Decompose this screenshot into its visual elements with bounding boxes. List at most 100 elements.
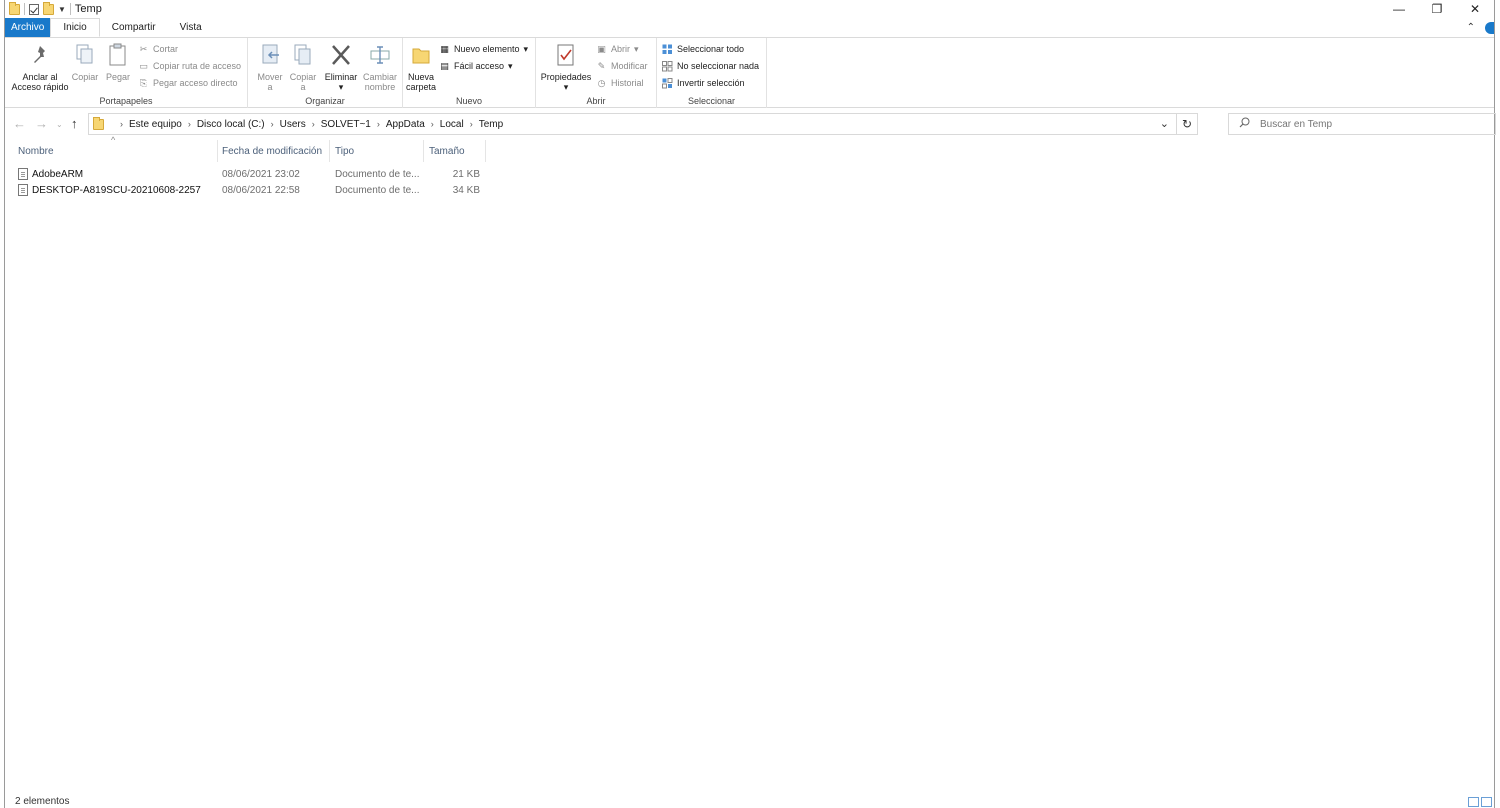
delete-button[interactable]: Eliminar ▾: [323, 42, 359, 92]
chevron-right-icon[interactable]: ›: [182, 119, 197, 129]
breadcrumb-disco-local[interactable]: Disco local (C:): [197, 119, 265, 130]
tab-archivo[interactable]: Archivo: [5, 18, 51, 37]
pin-quick-access-button[interactable]: Anclar al Acceso rápido: [11, 42, 69, 92]
paste-shortcut-button[interactable]: ⎘ Pegar acceso directo: [138, 76, 238, 90]
copy-to-icon: [292, 42, 314, 68]
details-view-icon[interactable]: [1468, 797, 1479, 807]
file-type: Documento de te...: [335, 184, 420, 196]
properties-label: Propiedades: [540, 72, 592, 82]
search-icon: [1239, 117, 1250, 131]
breadcrumb-appdata[interactable]: AppData: [386, 119, 425, 130]
pin-label-2: Acceso rápido: [11, 82, 69, 92]
address-bar[interactable]: › Este equipo › Disco local (C:) › Users…: [88, 113, 1198, 135]
up-arrow-icon[interactable]: ↑: [71, 116, 78, 131]
chevron-right-icon[interactable]: ›: [464, 119, 479, 129]
recent-locations-chevron-icon[interactable]: ⌄: [56, 120, 63, 129]
new-folder-button[interactable]: Nueva carpeta: [405, 42, 437, 92]
select-all-button[interactable]: Seleccionar todo: [662, 42, 744, 56]
select-all-label: Seleccionar todo: [677, 44, 745, 54]
breadcrumb-temp[interactable]: Temp: [479, 119, 503, 130]
new-folder-icon[interactable]: [43, 1, 54, 15]
properties-button[interactable]: Propiedades ▾: [539, 42, 593, 92]
select-none-button[interactable]: No seleccionar nada: [662, 59, 759, 73]
window-title: Temp: [74, 3, 102, 15]
easy-access-button[interactable]: ▤ Fácil acceso ▾: [439, 59, 512, 73]
column-header-type[interactable]: Tipo: [330, 140, 424, 162]
properties-icon[interactable]: [29, 3, 39, 15]
status-item-count: 2 elementos: [15, 796, 70, 807]
open-icon: ▣: [597, 43, 606, 54]
paste-label: Pegar: [105, 72, 131, 82]
close-button[interactable]: ✕: [1456, 0, 1494, 18]
chevron-right-icon[interactable]: ›: [371, 119, 386, 129]
copy-to-label-2: a: [300, 82, 306, 92]
open-button[interactable]: ▣ Abrir ▾: [596, 42, 638, 56]
text-document-icon: [18, 184, 28, 196]
move-to-icon: [259, 42, 281, 68]
customize-toolbar-chevron-icon[interactable]: ▼: [58, 5, 66, 14]
group-label-organizar: Organizar: [305, 96, 345, 106]
navigation-bar: ← → ⌄ ↑ › Este equipo › Disco local (C:)…: [5, 113, 1496, 135]
new-item-button[interactable]: ▦ Nuevo elemento ▾: [439, 42, 528, 56]
back-arrow-icon[interactable]: ←: [13, 116, 26, 131]
breadcrumb-este-equipo[interactable]: Este equipo: [129, 119, 182, 130]
column-header-name[interactable]: Nombre: [13, 140, 218, 162]
file-name-cell: AdobeARM: [18, 168, 218, 180]
search-box[interactable]: [1228, 113, 1496, 135]
edit-button[interactable]: ✎ Modificar: [596, 59, 648, 73]
history-label: Historial: [611, 78, 644, 88]
paste-button[interactable]: Pegar: [103, 42, 133, 82]
minimize-button[interactable]: —: [1380, 0, 1418, 18]
select-none-label: No seleccionar nada: [677, 61, 760, 71]
new-item-dropdown-arrow: ▾: [523, 43, 529, 54]
file-size: 34 KB: [452, 184, 480, 196]
address-history-chevron-icon[interactable]: ⌄: [1160, 117, 1169, 130]
maximize-button[interactable]: ❐: [1418, 0, 1456, 18]
invert-selection-button[interactable]: Invertir selección: [662, 76, 745, 90]
move-to-label-2: a: [267, 82, 273, 92]
copy-path-button[interactable]: ▭ Copiar ruta de acceso: [138, 59, 241, 73]
help-icon[interactable]: [1485, 21, 1494, 34]
copy-button[interactable]: Copiar: [69, 42, 101, 82]
move-to-button[interactable]: Mover a: [254, 42, 286, 92]
ribbon-tabs-right: ⌃: [1467, 18, 1494, 37]
easy-access-icon: ▤: [440, 60, 449, 71]
quick-access-toolbar: ▼: [5, 0, 71, 18]
copy-to-label-1: Copiar: [289, 72, 317, 82]
history-button[interactable]: ◷ Historial: [596, 76, 644, 90]
delete-dropdown-arrow: ▾: [338, 82, 344, 92]
column-header-size[interactable]: Tamaño: [424, 140, 486, 162]
chevron-right-icon[interactable]: ›: [265, 119, 280, 129]
file-name: AdobeARM: [32, 168, 84, 180]
paste-icon: [107, 42, 129, 68]
refresh-icon[interactable]: ↻: [1176, 113, 1198, 135]
chevron-right-icon[interactable]: ›: [425, 119, 440, 129]
invert-selection-label: Invertir selección: [677, 78, 745, 88]
breadcrumb-users[interactable]: Users: [280, 119, 306, 130]
large-icons-view-icon[interactable]: [1481, 797, 1492, 807]
copy-label: Copiar: [71, 72, 99, 82]
paste-shortcut-icon: ⎘: [139, 77, 148, 88]
select-none-icon: [662, 60, 673, 72]
tab-compartir[interactable]: Compartir: [100, 18, 168, 37]
forward-arrow-icon[interactable]: →: [35, 116, 48, 131]
tab-inicio[interactable]: Inicio: [50, 18, 100, 37]
search-input[interactable]: [1260, 118, 1480, 130]
collapse-ribbon-chevron-icon[interactable]: ⌃: [1467, 22, 1475, 33]
history-icon: ◷: [597, 77, 606, 88]
chevron-right-icon[interactable]: ›: [306, 119, 321, 129]
open-label: Abrir: [611, 44, 631, 54]
cut-button[interactable]: ✂ Cortar: [138, 42, 178, 56]
group-label-nuevo: Nuevo: [455, 96, 482, 106]
copy-path-label: Copiar ruta de acceso: [153, 61, 242, 71]
cut-label: Cortar: [153, 44, 179, 54]
breadcrumb-solvet[interactable]: SOLVET~1: [321, 119, 371, 130]
copy-to-button[interactable]: Copiar a: [287, 42, 319, 92]
easy-access-label: Fácil acceso: [454, 61, 505, 71]
rename-button[interactable]: Cambiar nombre: [360, 42, 400, 92]
breadcrumb-local[interactable]: Local: [440, 119, 464, 130]
tab-vista[interactable]: Vista: [168, 18, 214, 37]
group-label-abrir: Abrir: [586, 96, 606, 106]
column-header-date[interactable]: Fecha de modificación: [217, 140, 330, 162]
breadcrumb: › Este equipo › Disco local (C:) › Users…: [110, 119, 503, 130]
